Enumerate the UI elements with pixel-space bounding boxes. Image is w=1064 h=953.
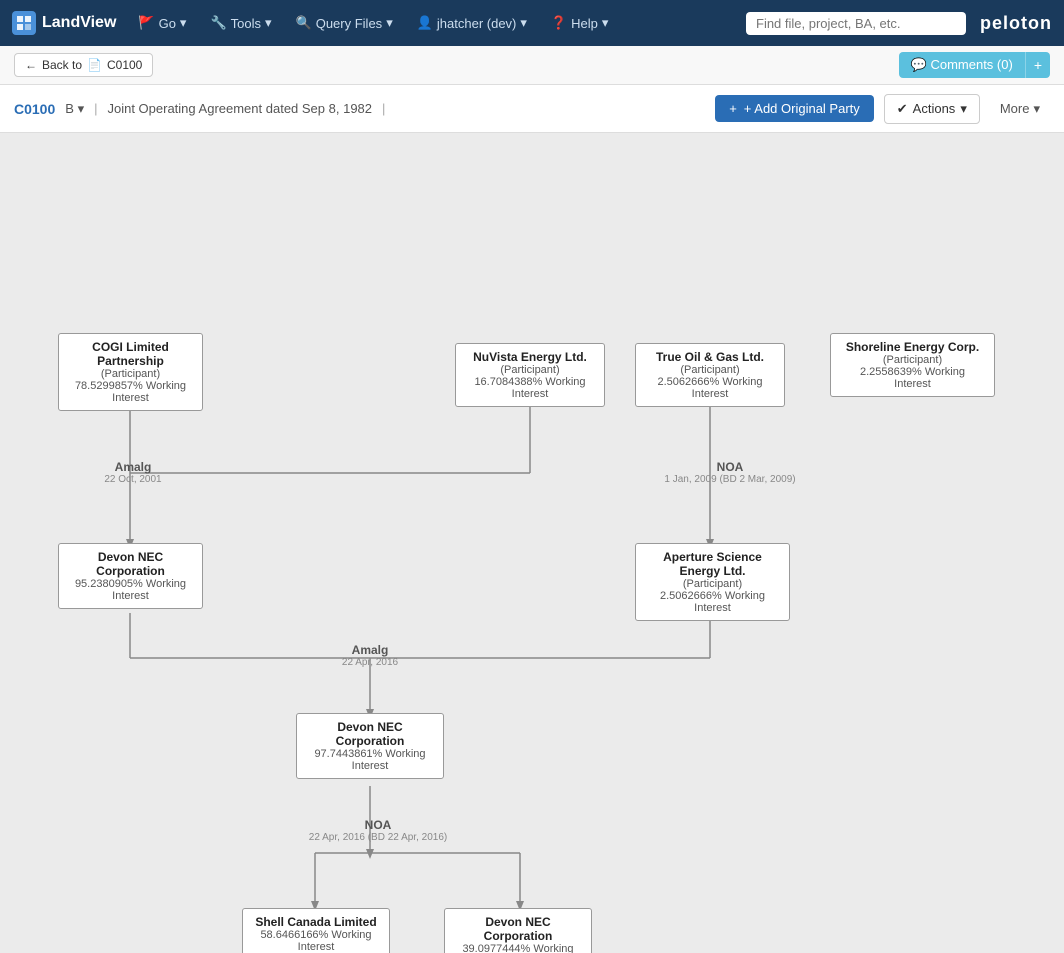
diagram-area: COGI Limited Partnership (Participant) 7… bbox=[0, 133, 1064, 953]
file-icon: 📄 bbox=[87, 58, 102, 72]
back-button[interactable]: ← Back to 📄 C0100 bbox=[14, 53, 153, 77]
breadcrumb-id[interactable]: C0100 bbox=[14, 101, 55, 117]
chevron-icon: ▾ bbox=[386, 15, 393, 31]
flag-icon: 🚩 bbox=[138, 15, 154, 31]
node-shoreline[interactable]: Shoreline Energy Corp. (Participant) 2.2… bbox=[830, 333, 995, 397]
user-icon: 👤 bbox=[417, 15, 433, 31]
check-icon: ✔ bbox=[897, 101, 908, 117]
chevron-icon: ▾ bbox=[520, 15, 527, 31]
chevron-icon: ▾ bbox=[265, 15, 272, 31]
search-icon: 🔍 bbox=[296, 15, 312, 31]
diagram-canvas: COGI Limited Partnership (Participant) 7… bbox=[20, 153, 1040, 933]
node-shell[interactable]: Shell Canada Limited 58.6466166% Working… bbox=[242, 908, 390, 953]
brand-text: LandView bbox=[42, 14, 116, 32]
chevron-icon: ▾ bbox=[78, 101, 85, 116]
more-button[interactable]: More ▾ bbox=[990, 95, 1050, 123]
node-aperture[interactable]: Aperture Science Energy Ltd. (Participan… bbox=[635, 543, 790, 621]
wrench-icon: 🔧 bbox=[210, 15, 226, 31]
plus-icon: + bbox=[729, 101, 737, 116]
nav-go[interactable]: 🚩 Go ▾ bbox=[128, 11, 196, 35]
nav-help[interactable]: ❓ Help ▾ bbox=[541, 11, 618, 35]
breadcrumb-bar: C0100 B ▾ | Joint Operating Agreement da… bbox=[0, 85, 1064, 133]
edge-label-noa1: NOA 1 Jan, 2009 (BD 2 Mar, 2009) bbox=[640, 460, 820, 485]
actions-button[interactable]: ✔ Actions ▾ bbox=[884, 94, 980, 124]
node-devon1[interactable]: Devon NEC Corporation 95.2380905% Workin… bbox=[58, 543, 203, 609]
nav-user[interactable]: 👤 jhatcher (dev) ▾ bbox=[407, 11, 537, 35]
search-input[interactable] bbox=[746, 12, 966, 35]
nav-tools[interactable]: 🔧 Tools ▾ bbox=[200, 11, 281, 35]
chevron-icon: ▾ bbox=[602, 15, 609, 31]
breadcrumb-sep1: | bbox=[94, 101, 97, 116]
node-cogi[interactable]: COGI Limited Partnership (Participant) 7… bbox=[58, 333, 203, 411]
add-button[interactable]: + bbox=[1025, 52, 1050, 78]
node-trueoil[interactable]: True Oil & Gas Ltd. (Participant) 2.5062… bbox=[635, 343, 785, 407]
chevron-icon: ▾ bbox=[960, 101, 967, 117]
edge-label-noa2: NOA 22 Apr, 2016 (BD 22 Apr, 2016) bbox=[298, 818, 458, 843]
edge-label-amalg1: Amalg 22 Oct, 2001 bbox=[88, 460, 178, 485]
chevron-icon: ▾ bbox=[180, 15, 187, 31]
peloton-logo: peloton bbox=[980, 13, 1052, 34]
arrow-left-icon: ← bbox=[25, 58, 37, 72]
comments-button[interactable]: 💬 Comments (0) bbox=[899, 52, 1025, 78]
chevron-icon: ▾ bbox=[1033, 101, 1040, 117]
edge-label-amalg2: Amalg 22 Apr, 2016 bbox=[325, 643, 415, 668]
node-nuvista[interactable]: NuVista Energy Ltd. (Participant) 16.708… bbox=[455, 343, 605, 407]
comment-icon: 💬 bbox=[911, 57, 927, 72]
toolbar: ← Back to 📄 C0100 💬 Comments (0) + bbox=[0, 46, 1064, 85]
node-devon2[interactable]: Devon NEC Corporation 97.7443861% Workin… bbox=[296, 713, 444, 779]
navbar: LandView 🚩 Go ▾ 🔧 Tools ▾ 🔍 Query Files … bbox=[0, 0, 1064, 46]
node-devon3[interactable]: Devon NEC Corporation 39.0977444% Workin… bbox=[444, 908, 592, 953]
breadcrumb-title: Joint Operating Agreement dated Sep 8, 1… bbox=[107, 101, 372, 116]
add-original-party-button[interactable]: + + Add Original Party bbox=[715, 95, 874, 122]
help-icon: ❓ bbox=[551, 15, 567, 31]
nav-query-files[interactable]: 🔍 Query Files ▾ bbox=[286, 11, 403, 35]
brand-logo[interactable]: LandView bbox=[12, 11, 116, 35]
logo-icon bbox=[12, 11, 36, 35]
breadcrumb-type[interactable]: B ▾ bbox=[65, 101, 84, 117]
breadcrumb-sep2: | bbox=[382, 101, 385, 116]
